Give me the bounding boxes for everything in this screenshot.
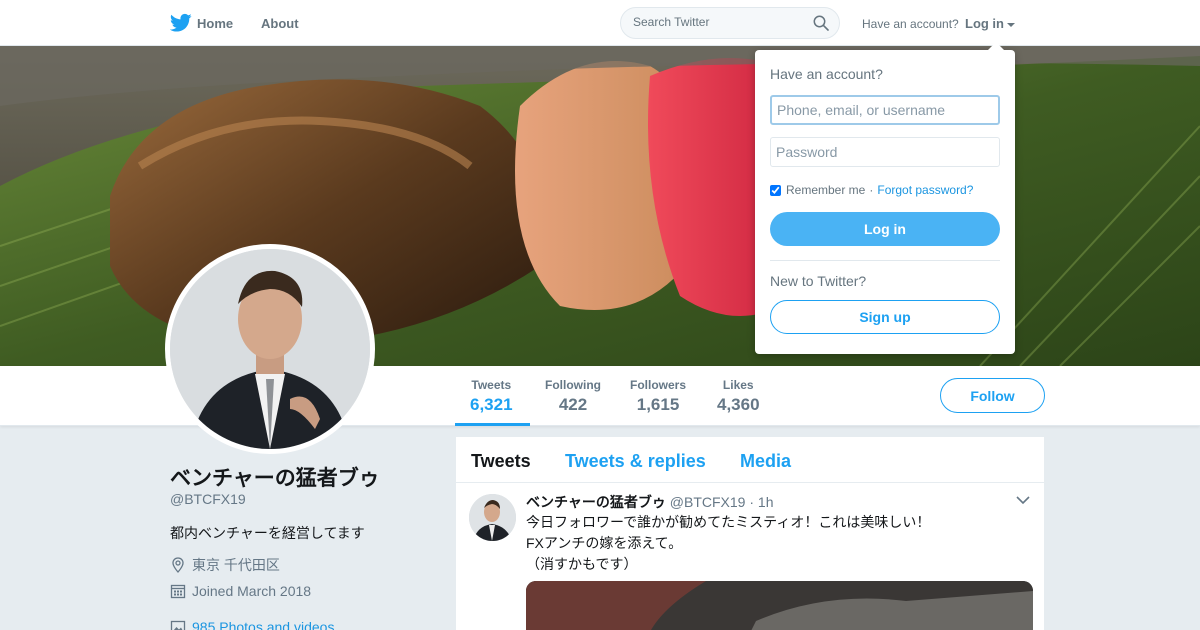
stat-label: Likes [722, 378, 754, 392]
stat-label: Following [545, 378, 601, 392]
photo-icon [170, 620, 186, 630]
tweet-header: ベンチャーの猛者ブゥ @BTCFX19 · 1h [526, 492, 773, 512]
new-to-twitter-label: New to Twitter? [770, 273, 867, 289]
search-icon[interactable] [813, 15, 829, 31]
photos-videos-text: 985 Photos and videos [192, 619, 335, 630]
remember-me-checkbox[interactable] [770, 184, 781, 196]
calendar-icon [170, 584, 186, 599]
login-submit-button[interactable]: Log in [770, 212, 1000, 246]
tweet-text-line: 今日フォロワーで誰かが勧めてたミスティオ！これは美味しい！ [526, 514, 931, 530]
tab-media[interactable]: Media [740, 451, 791, 472]
active-stat-underline [455, 423, 530, 426]
tweet-timestamp[interactable]: 1h [758, 494, 774, 510]
dropdown-title: Have an account? [770, 66, 883, 82]
dropdown-arrow [988, 42, 1004, 50]
stat-followers[interactable]: Followers 1,615 [630, 378, 686, 415]
photos-videos-link[interactable]: 985 Photos and videos [170, 619, 334, 630]
remember-separator: · [869, 183, 874, 197]
tweet-author-handle[interactable]: @BTCFX19 [670, 494, 746, 510]
stat-value: 422 [558, 395, 588, 414]
follow-button[interactable]: Follow [940, 378, 1045, 413]
stat-tweets[interactable]: Tweets 6,321 [470, 378, 513, 415]
tab-tweets[interactable]: Tweets [471, 451, 531, 472]
forgot-password-link[interactable]: Forgot password? [877, 183, 973, 197]
signup-button[interactable]: Sign up [770, 300, 1000, 334]
search-input[interactable] [633, 15, 803, 29]
profile-avatar[interactable] [165, 244, 375, 454]
profile-handle[interactable]: @BTCFX19 [170, 491, 246, 507]
nav-home-link[interactable]: Home [197, 16, 233, 31]
profile-location: 東京 千代田区 [170, 555, 280, 575]
remember-me-label[interactable]: Remember me [786, 183, 865, 197]
joined-text: Joined March 2018 [192, 583, 312, 599]
dropdown-divider [770, 260, 1000, 261]
tweet-text-line: （消すかもです） [526, 556, 638, 572]
remember-me-row: Remember me · Forgot password? [770, 183, 973, 197]
login-toggle-label: Log in [965, 16, 1004, 31]
search-box[interactable] [620, 7, 840, 39]
stat-value: 4,360 [717, 395, 760, 414]
tweet-media-image[interactable] [526, 581, 1033, 630]
top-navigation-bar: Home About Have an account? Log in [0, 0, 1200, 46]
tweet-separator: · [749, 494, 755, 510]
nav-about-link[interactable]: About [261, 16, 299, 31]
stat-following[interactable]: Following 422 [545, 378, 601, 415]
tab-tweets-and-replies[interactable]: Tweets & replies [565, 451, 706, 472]
stat-label: Tweets [471, 378, 512, 392]
location-pin-icon [172, 557, 184, 573]
username-field[interactable] [770, 95, 1000, 125]
timeline: Tweets Tweets & replies Media ベンチャーの猛者ブゥ… [456, 437, 1044, 630]
have-account-label: Have an account? [862, 17, 959, 31]
location-text: 東京 千代田区 [192, 557, 280, 573]
profile-name[interactable]: ベンチャーの猛者ブゥ [170, 462, 380, 492]
chevron-down-icon[interactable] [1016, 495, 1030, 505]
tweet-text-line: FXアンチの嫁を添えて。 [526, 535, 683, 551]
password-field[interactable] [770, 137, 1000, 167]
stat-value: 6,321 [470, 395, 513, 414]
tweet-author-name[interactable]: ベンチャーの猛者ブゥ [526, 494, 666, 510]
tweet-avatar[interactable] [469, 494, 516, 541]
stat-value: 1,615 [636, 395, 680, 414]
login-dropdown-toggle[interactable]: Log in [965, 16, 1015, 31]
caret-down-icon [1007, 22, 1015, 27]
timeline-tabs: Tweets Tweets & replies Media [456, 437, 1044, 483]
profile-bio: 都内ベンチャーを経営してます [170, 525, 365, 541]
twitter-bird-icon[interactable] [170, 13, 192, 33]
profile-joined: Joined March 2018 [170, 583, 311, 599]
stat-label: Followers [630, 378, 687, 392]
login-dropdown: Have an account? Remember me · Forgot pa… [755, 50, 1015, 354]
stat-likes[interactable]: Likes 4,360 [717, 378, 760, 415]
